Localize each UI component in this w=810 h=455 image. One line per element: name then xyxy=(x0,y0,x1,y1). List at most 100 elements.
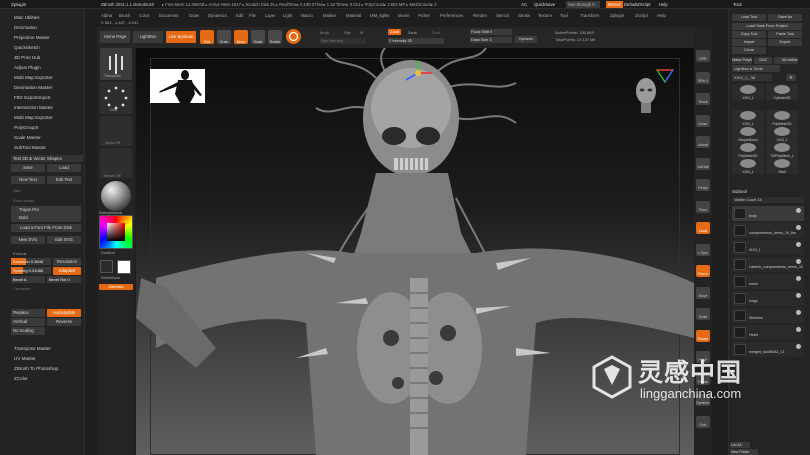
tool-thumbnail[interactable]: XIX3_1 xyxy=(732,158,764,174)
lightbox-tools-button[interactable]: Lightbox ▸ Tools xyxy=(732,65,780,72)
tool-thumbnail[interactable]: SimpleBrush xyxy=(732,126,764,142)
tool-visible-button[interactable]: Visible xyxy=(786,57,798,64)
focal-shift-slider[interactable]: Focal Shift 0 xyxy=(470,29,512,35)
plugin-item[interactable]: SubTool Master xyxy=(14,145,46,150)
subtool-row[interactable]: Heart xyxy=(732,325,804,340)
rotate-mode-button[interactable]: Rotate xyxy=(268,30,282,44)
color-picker-square[interactable] xyxy=(107,223,125,241)
adaptive-toggle[interactable]: Adaptive xyxy=(53,267,81,275)
main-color-swatch[interactable] xyxy=(117,260,131,274)
plugin-item[interactable]: Projection Master xyxy=(14,35,50,40)
shelf-persp-button[interactable]: Persp xyxy=(696,179,710,191)
zcut-button[interactable]: Zcut xyxy=(432,30,440,35)
plugin-item[interactable]: PolyGroupIt xyxy=(14,125,38,130)
plugin-item[interactable]: Intersection Master xyxy=(14,105,53,110)
visibility-eye-icon[interactable] xyxy=(796,276,801,281)
current-tool-slider[interactable]: XIX3_1_ 38 xyxy=(732,74,772,81)
help-button[interactable]: Help xyxy=(659,2,668,7)
spacing-slider[interactable]: Spacing 0.31086 xyxy=(11,267,51,274)
tool-thumbnail[interactable]: XIX3_1 xyxy=(732,84,764,100)
ac-label[interactable]: AC xyxy=(521,2,527,7)
load-font-button[interactable]: Load a Font File From Disk xyxy=(11,224,81,232)
shelf-local-button[interactable]: Local xyxy=(696,222,710,234)
subtool-row[interactable]: mesh xyxy=(732,274,804,289)
tool-paste-tool-button[interactable]: Paste Tool xyxy=(768,31,802,38)
move-mode-button[interactable]: Move xyxy=(234,30,248,44)
menu-tool[interactable]: Tool xyxy=(560,13,568,18)
plugin-item[interactable]: 3D Print Hub xyxy=(14,55,40,60)
plugin-item[interactable]: ZColor xyxy=(14,376,28,381)
bevel-rot-slider[interactable]: Bevel Rot 0 xyxy=(47,276,81,283)
menu-movie[interactable]: Movie xyxy=(398,13,409,18)
plugin-item[interactable]: Decimation xyxy=(14,25,37,30)
shelf-solo-button[interactable]: Solo xyxy=(696,415,710,428)
home-page-button[interactable]: Home Page xyxy=(100,31,130,43)
tool-thumbnail[interactable]: XIX3_1 xyxy=(732,110,764,126)
tool-import-button[interactable]: Import xyxy=(732,39,766,46)
draw-mode-button[interactable]: Draw xyxy=(217,30,231,44)
subtool-row[interactable]: cuerpoenteros_demo_10_fire xyxy=(732,223,804,238)
tool-thumbnail[interactable]: Cylinder3D xyxy=(766,84,798,100)
menu-dynamics[interactable]: Dynamics xyxy=(208,13,227,18)
scale-mode-button[interactable]: Scale xyxy=(251,30,265,44)
zadd-button[interactable]: Zadd xyxy=(388,29,402,35)
subtool-header[interactable]: Subtool xyxy=(732,188,804,195)
visibility-eye-icon[interactable] xyxy=(796,310,801,315)
extrusion-slider[interactable]: Extrusion 0.3848 xyxy=(11,258,51,265)
menu-brush[interactable]: Brush xyxy=(119,13,130,18)
see-through-slider[interactable]: See-through 0 xyxy=(566,1,600,8)
tool-clone-button[interactable]: Clone xyxy=(732,47,766,54)
menu-marker[interactable]: Marker xyxy=(323,13,336,18)
visibility-eye-icon[interactable] xyxy=(796,225,801,230)
subtool-row[interactable]: Skeleton xyxy=(732,308,804,323)
shelf-scroll-button[interactable]: Scroll xyxy=(696,93,710,105)
tool-load-tools-from-project-button[interactable]: Load Tools From Project xyxy=(732,23,802,30)
shelf-bpr-button[interactable]: BPR xyxy=(696,50,710,62)
r-button[interactable]: R xyxy=(786,74,796,81)
save-button[interactable]: Save xyxy=(11,164,45,172)
mrgb-button[interactable]: Mrgb xyxy=(320,30,329,35)
tool-copy-tool-button[interactable]: Copy Tool xyxy=(732,31,766,38)
menu-render[interactable]: Render xyxy=(473,13,487,18)
gizmo-toggle-button[interactable] xyxy=(286,29,301,44)
vertical-button[interactable]: Vertical xyxy=(11,318,45,326)
menu-draw[interactable]: Draw xyxy=(189,13,199,18)
menu-texture[interactable]: Texture xyxy=(538,13,552,18)
shelf-scale-button[interactable]: Scale xyxy=(696,308,710,320)
plugin-item[interactable]: UV Master xyxy=(14,356,36,361)
new-text-button[interactable]: New Text xyxy=(11,176,45,184)
alternate-toggle[interactable]: Alternate xyxy=(99,284,133,290)
font-trajan-dropdown[interactable]: Trajan Pro xyxy=(11,206,81,214)
z-intensity-slider[interactable]: Z Intensity 25 xyxy=(388,38,444,44)
m-button[interactable]: M xyxy=(360,30,363,35)
shelf-actual-button[interactable]: Actual xyxy=(696,136,710,148)
plugin-item[interactable]: ZBrush To Photoshop xyxy=(14,366,58,371)
rgb-button[interactable]: Rgb xyxy=(344,30,351,35)
tool-goz-button[interactable]: GoZ xyxy=(754,57,772,64)
draw-size-slider[interactable]: Draw Size 3 xyxy=(470,37,512,43)
plugin-item[interactable]: Multi Map Exporter xyxy=(14,115,53,120)
menu-transform[interactable]: Transform xyxy=(580,13,599,18)
switch-color-label[interactable]: SwitchColor xyxy=(101,276,120,280)
tool-thumbnail[interactable]: PolyMesh3D xyxy=(732,142,764,158)
visibility-eye-icon[interactable] xyxy=(796,208,801,213)
rgb-intensity-slider[interactable]: Rgb Intensity xyxy=(320,38,366,44)
plugin-item[interactable]: Multi Map Exporter xyxy=(14,75,53,80)
visibility-eye-icon[interactable] xyxy=(796,344,801,349)
shelf-frame-button[interactable]: Frame xyxy=(696,265,710,277)
no-scaling-button[interactable]: No Scaling xyxy=(11,327,45,335)
tool-load-tool-button[interactable]: Load Tool xyxy=(732,14,766,21)
list-all-button[interactable]: List All xyxy=(730,442,750,448)
plugin-item[interactable]: FBX ExportImport xyxy=(14,95,51,100)
plugin-item[interactable]: Scale Master xyxy=(14,135,41,140)
tool-make-polymesh3d-button[interactable]: Make PolyMesh3D xyxy=(732,57,752,64)
subtool-row[interactable]: XIX3_1 xyxy=(732,240,804,255)
edit-mode-button[interactable]: Edit xyxy=(200,30,214,44)
new-folder-button[interactable]: New Folder xyxy=(730,449,758,455)
plugin-item[interactable]: Transpose Master xyxy=(14,346,51,351)
secondary-color-swatch[interactable] xyxy=(100,260,113,273)
menu-picker[interactable]: Picker xyxy=(418,13,430,18)
menu-help[interactable]: Help xyxy=(657,13,666,18)
dynamic-button[interactable]: Dynamic xyxy=(515,36,537,43)
menus-toggle[interactable]: Menus xyxy=(606,1,623,8)
